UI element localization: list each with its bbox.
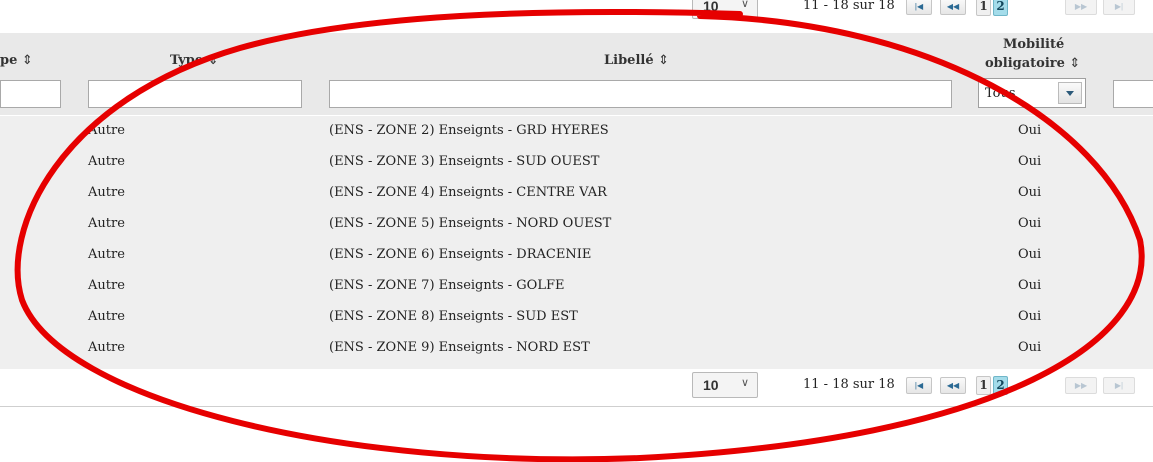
red-ellipse-annotation	[14, 8, 1145, 462]
